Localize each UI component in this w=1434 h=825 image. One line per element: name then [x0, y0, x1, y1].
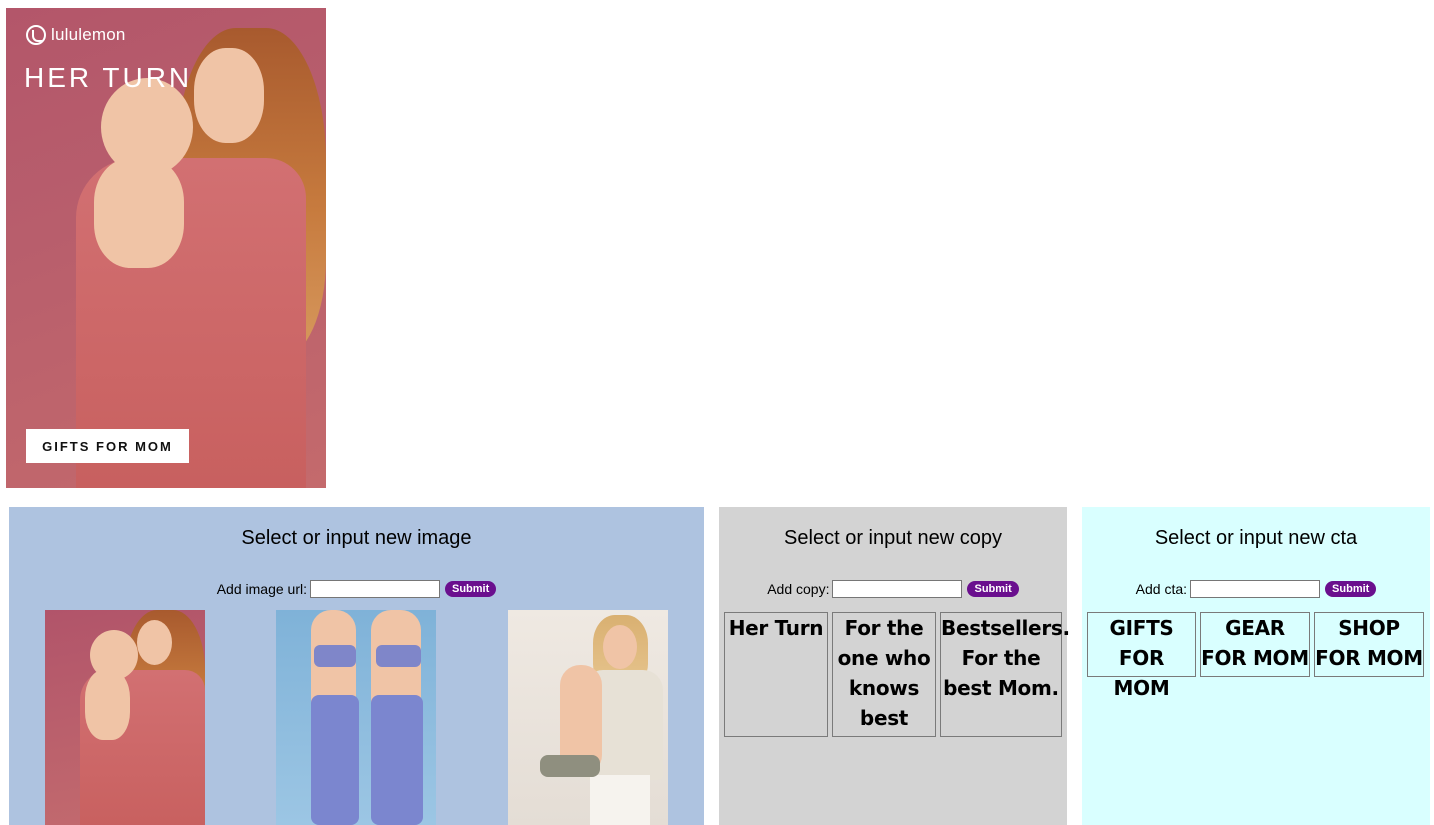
copy-option-3[interactable]: Bestsellers. For the best Mom.: [940, 612, 1070, 737]
brand-logo: lululemon: [26, 25, 126, 45]
baby-body-shape: [94, 158, 184, 268]
copy-selection-panel: Select or input new copy Add copy: Submi…: [719, 507, 1070, 825]
copy-submit-button[interactable]: Submit: [967, 581, 1019, 597]
face-shape: [603, 625, 637, 669]
leggings-left-shape: [311, 695, 359, 825]
image-panel-title: Select or input new image: [241, 527, 472, 549]
bra-left-shape: [314, 645, 356, 667]
image-thumbnail-2[interactable]: [276, 610, 436, 825]
cta-form: Add cta: Submit: [1082, 580, 1430, 598]
bra-right-shape: [376, 645, 421, 667]
copy-option-2[interactable]: For the one who knows best: [832, 612, 936, 737]
copy-input[interactable]: [832, 580, 963, 598]
face-shape: [137, 620, 172, 665]
image-selection-panel: Select or input new image Add image url:…: [9, 507, 704, 825]
image-thumbnail-3[interactable]: [508, 610, 668, 825]
cta-input[interactable]: [1190, 580, 1321, 598]
baby-body-shape: [85, 670, 130, 740]
mother-face-shape: [194, 48, 264, 143]
image-submit-button[interactable]: Submit: [445, 581, 497, 597]
cta-option-3[interactable]: SHOP FOR MOM: [1314, 612, 1424, 677]
cta-label: Add cta:: [1135, 581, 1188, 597]
cta-panel-title: Select or input new cta: [1154, 527, 1358, 549]
cta-option-2[interactable]: GEAR FOR MOM: [1200, 612, 1310, 677]
image-thumbnail-1[interactable]: [45, 610, 205, 825]
lululemon-logo-icon: [26, 25, 46, 45]
leggings-right-shape: [371, 695, 423, 825]
image-url-input[interactable]: [310, 580, 440, 598]
cta-submit-button[interactable]: Submit: [1325, 581, 1377, 597]
copy-option-1[interactable]: Her Turn: [724, 612, 828, 737]
copy-label: Add copy:: [767, 581, 830, 597]
brand-name: lululemon: [51, 25, 126, 44]
child-pants-shape: [540, 755, 600, 777]
ad-preview: lululemon HER TURN GIFTS FOR MOM: [6, 8, 326, 488]
pants-shape: [590, 775, 650, 825]
image-url-form: Add image url: Submit: [9, 580, 704, 598]
image-url-label: Add image url:: [216, 581, 307, 597]
copy-panel-title: Select or input new copy: [784, 527, 1002, 549]
copy-form: Add copy: Submit: [719, 580, 1067, 598]
cta-option-1[interactable]: GIFTS FOR MOM: [1087, 612, 1196, 700]
cta-selection-panel: Select or input new cta Add cta: Submit …: [1082, 507, 1430, 825]
ad-headline: HER TURN: [24, 62, 193, 93]
ad-cta-button[interactable]: GIFTS FOR MOM: [26, 429, 189, 463]
